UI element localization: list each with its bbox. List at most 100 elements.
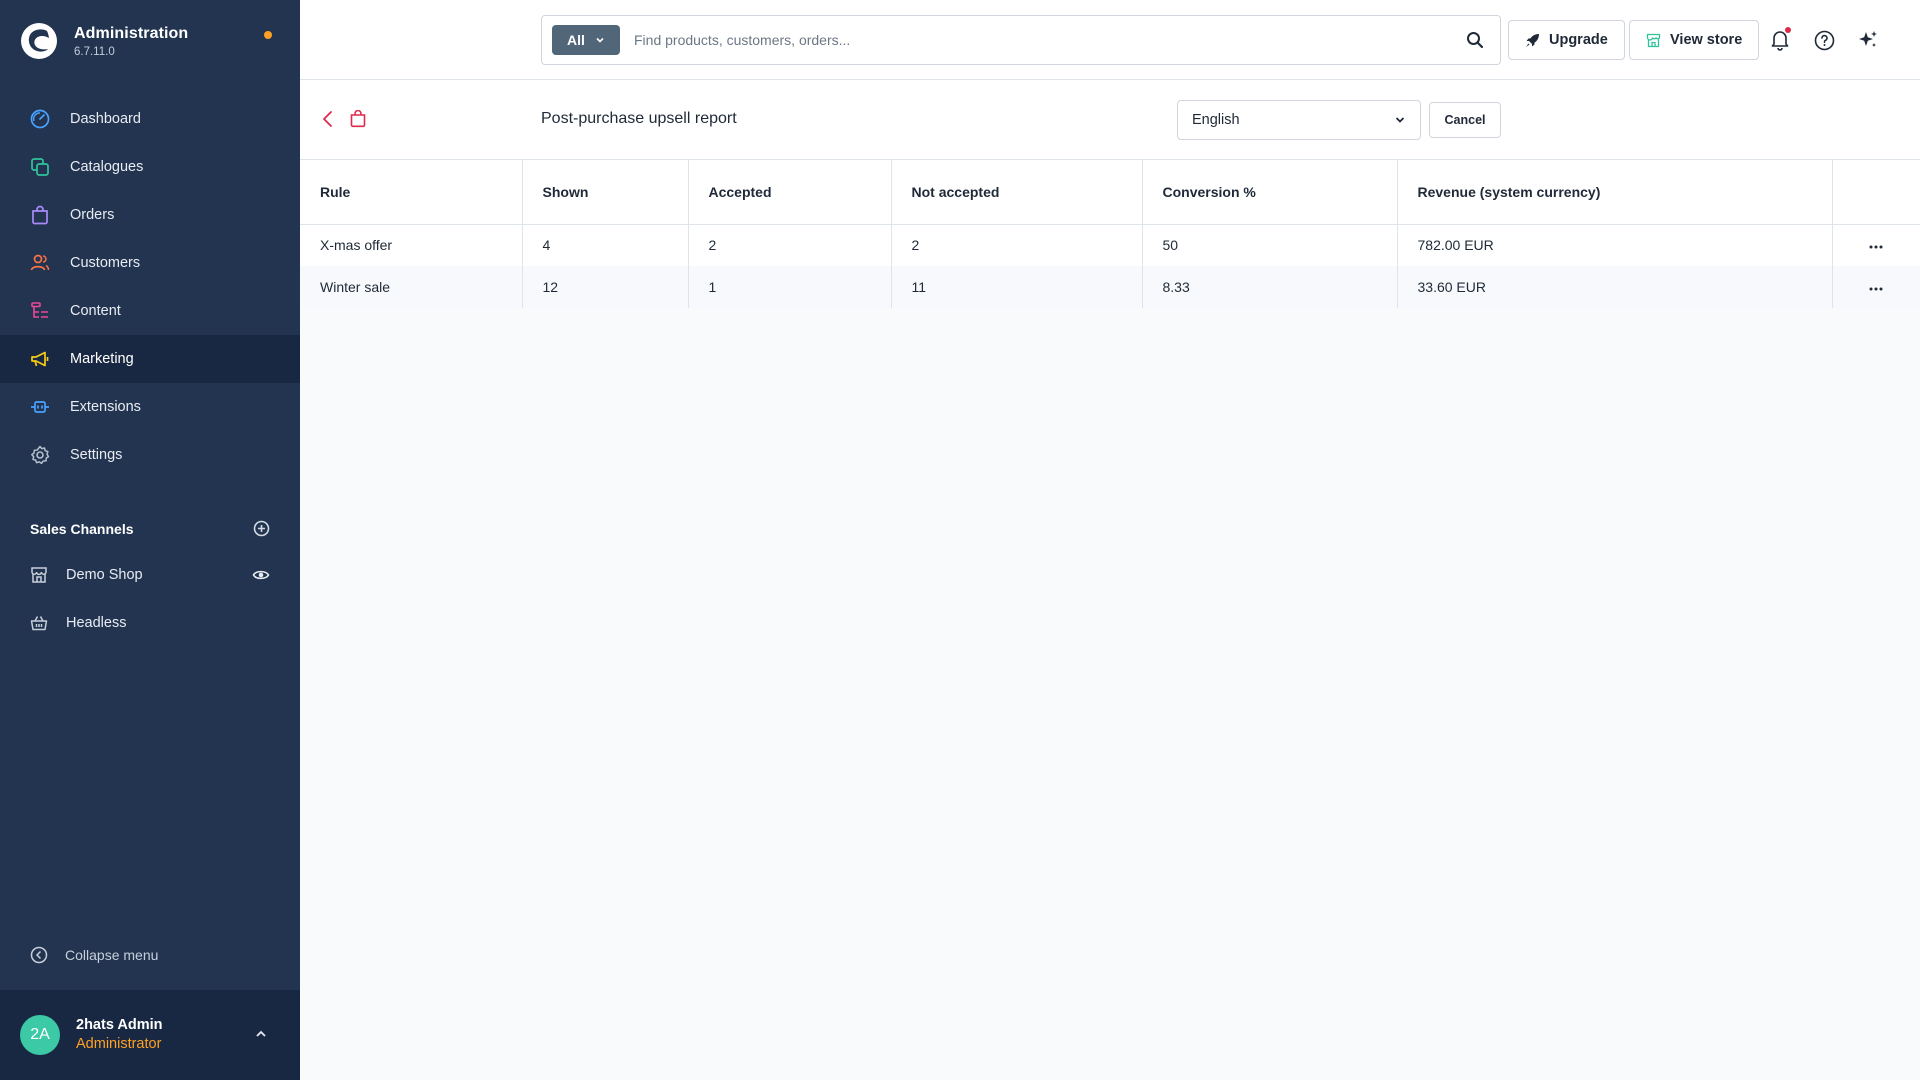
- sidebar-item-label: Dashboard: [70, 111, 141, 127]
- sales-channel-demo-shop[interactable]: Demo Shop: [0, 555, 300, 595]
- page-title: Post-purchase upsell report: [541, 110, 737, 127]
- marketing-module-icon: [350, 110, 366, 128]
- cell-not-accepted: 2: [890, 224, 1142, 266]
- cell-revenue: 782.00 EUR: [1396, 224, 1832, 266]
- column-header-revenue[interactable]: Revenue (system currency): [1396, 160, 1832, 225]
- chevron-down-icon: [1395, 117, 1405, 123]
- catalogues-icon: [29, 156, 51, 178]
- content-icon: [29, 300, 51, 322]
- cell-accepted: 1: [687, 266, 891, 308]
- user-name: 2hats Admin: [76, 1017, 163, 1033]
- sidebar-item-label: Catalogues: [70, 159, 144, 175]
- sidebar-item-catalogues[interactable]: Catalogues: [0, 143, 300, 191]
- user-menu[interactable]: 2A 2hats Admin Administrator: [0, 990, 300, 1080]
- upgrade-button[interactable]: Upgrade: [1508, 20, 1625, 60]
- ai-assistant-button[interactable]: [1855, 27, 1881, 53]
- help-button[interactable]: [1811, 27, 1837, 53]
- gear-icon: [29, 444, 51, 466]
- plug-icon: [29, 396, 51, 418]
- search-type-label: All: [567, 32, 585, 48]
- sales-channel-label: Demo Shop: [66, 567, 143, 583]
- view-store-button[interactable]: View store: [1629, 20, 1760, 60]
- sales-channels-header: Sales Channels: [30, 520, 270, 537]
- main-nav: Dashboard Catalogues Orders Customers Co…: [0, 95, 300, 479]
- cell-rule: Winter sale: [300, 266, 522, 308]
- search-input[interactable]: [634, 32, 1466, 48]
- sidebar-item-label: Content: [70, 303, 121, 319]
- help-icon: [1814, 30, 1834, 50]
- upgrade-label: Upgrade: [1549, 32, 1608, 48]
- sales-channels-title: Sales Channels: [30, 520, 134, 537]
- language-select[interactable]: English: [1177, 100, 1421, 140]
- sidebar-item-marketing[interactable]: Marketing: [0, 335, 300, 383]
- global-search: All: [541, 15, 1501, 65]
- top-bar: All Upgrade View store: [300, 0, 1920, 80]
- sidebar-item-content[interactable]: Content: [0, 287, 300, 335]
- back-arrow-icon[interactable]: [320, 109, 336, 129]
- sidebar-item-dashboard[interactable]: Dashboard: [0, 95, 300, 143]
- add-sales-channel-icon[interactable]: [253, 520, 270, 537]
- row-actions-button[interactable]: [1831, 266, 1920, 308]
- search-type-dropdown[interactable]: All: [552, 25, 620, 55]
- basket-icon: [29, 613, 49, 633]
- column-header-not-accepted[interactable]: Not accepted: [890, 160, 1142, 225]
- sidebar-item-label: Customers: [70, 255, 141, 271]
- view-store-label: View store: [1670, 32, 1743, 48]
- collapse-menu-label: Collapse menu: [65, 947, 159, 963]
- row-actions-button[interactable]: [1831, 224, 1920, 266]
- status-dot: [264, 31, 272, 39]
- cell-accepted: 2: [687, 224, 891, 266]
- language-select-value: English: [1192, 112, 1240, 128]
- column-header-shown[interactable]: Shown: [521, 160, 688, 225]
- cancel-button[interactable]: Cancel: [1429, 102, 1501, 138]
- storefront-icon: [1646, 33, 1661, 47]
- collapse-icon: [30, 946, 48, 964]
- table-row: X-mas offer 4 2 2 50 782.00 EUR: [300, 224, 1920, 266]
- megaphone-icon: [29, 348, 51, 370]
- customers-icon: [29, 252, 51, 274]
- cell-conversion: 8.33: [1141, 266, 1397, 308]
- eye-icon[interactable]: [252, 566, 270, 588]
- more-horizontal-icon: [1869, 245, 1883, 249]
- cell-conversion: 50: [1141, 224, 1397, 266]
- sidebar: Administration 6.7.11.0 Dashboard Catalo…: [0, 0, 300, 1080]
- dashboard-icon: [29, 108, 51, 130]
- table-header-row: Rule Shown Accepted Not accepted Convers…: [300, 160, 1920, 225]
- sidebar-item-customers[interactable]: Customers: [0, 239, 300, 287]
- notifications-button[interactable]: [1767, 27, 1793, 53]
- rocket-icon: [1526, 33, 1539, 47]
- column-header-accepted[interactable]: Accepted: [687, 160, 891, 225]
- brand[interactable]: Administration 6.7.11.0: [20, 22, 188, 60]
- sparkles-icon: [1859, 31, 1877, 47]
- sidebar-item-label: Orders: [70, 207, 115, 223]
- search-icon[interactable]: [1466, 31, 1484, 49]
- cell-revenue: 33.60 EUR: [1396, 266, 1832, 308]
- notification-badge: [1785, 27, 1791, 33]
- cell-not-accepted: 11: [890, 266, 1142, 308]
- sidebar-item-settings[interactable]: Settings: [0, 431, 300, 479]
- column-header-conversion[interactable]: Conversion %: [1141, 160, 1397, 225]
- chevron-up-icon: [256, 1030, 266, 1037]
- user-role: Administrator: [76, 1036, 162, 1052]
- sidebar-item-label: Extensions: [70, 399, 141, 415]
- column-header-rule[interactable]: Rule: [300, 160, 522, 225]
- cell-shown: 4: [521, 224, 688, 266]
- table-row: Winter sale 12 1 11 8.33 33.60 EUR: [300, 266, 1920, 308]
- more-horizontal-icon: [1869, 287, 1883, 291]
- upsell-report-table: Rule Shown Accepted Not accepted Convers…: [300, 160, 1920, 308]
- sales-channel-label: Headless: [66, 615, 127, 631]
- page-header: Post-purchase upsell report English Canc…: [300, 80, 1920, 160]
- sidebar-item-extensions[interactable]: Extensions: [0, 383, 300, 431]
- storefront-icon: [29, 565, 49, 585]
- sidebar-item-label: Marketing: [70, 351, 134, 367]
- app-title: Administration: [74, 24, 189, 42]
- sidebar-item-label: Settings: [70, 447, 123, 463]
- column-header-actions: [1831, 160, 1920, 225]
- cell-shown: 12: [521, 266, 688, 308]
- collapse-menu-button[interactable]: Collapse menu: [30, 946, 158, 964]
- sidebar-item-orders[interactable]: Orders: [0, 191, 300, 239]
- sales-channel-headless[interactable]: Headless: [0, 603, 300, 643]
- chevron-down-icon: [596, 37, 604, 43]
- orders-icon: [29, 204, 51, 226]
- avatar: 2A: [20, 1015, 60, 1055]
